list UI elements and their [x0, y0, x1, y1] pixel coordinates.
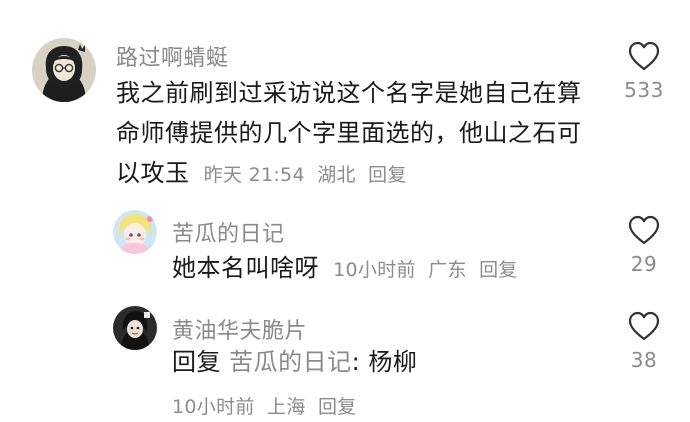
like-button[interactable]: 38	[614, 310, 674, 372]
comment-time: 10小时前	[172, 396, 255, 418]
comment-meta: 10小时前 上海 回复	[172, 392, 363, 419]
avatar-image	[113, 306, 157, 350]
comment-location: 上海	[267, 396, 306, 418]
reply-target-username[interactable]: 苦瓜的日记	[229, 348, 352, 376]
like-count: 38	[630, 348, 658, 372]
heart-outline-icon[interactable]	[627, 310, 661, 342]
reply-item: 黄油华夫脆片 回复 苦瓜的日记: 杨柳 10小时前 上海 回复 38	[0, 0, 690, 422]
comment-text: 回复 苦瓜的日记: 杨柳	[172, 342, 417, 382]
reply-button[interactable]: 回复	[318, 396, 357, 418]
comment-text-content: : 杨柳	[351, 348, 418, 376]
comment-username[interactable]: 黄油华夫脆片	[172, 313, 307, 345]
avatar[interactable]	[113, 306, 157, 350]
reply-label: 回复	[172, 348, 221, 376]
